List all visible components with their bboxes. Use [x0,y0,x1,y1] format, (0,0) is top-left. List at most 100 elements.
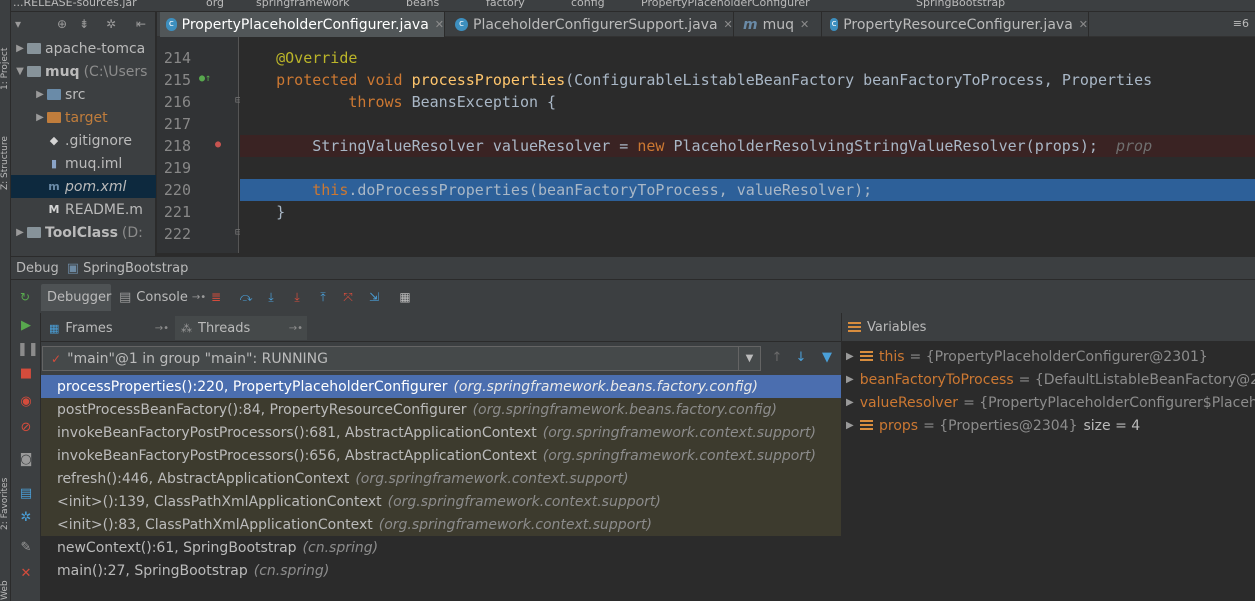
tree-item[interactable]: ◆ .gitignore [11,129,156,152]
expand-arrow-icon[interactable]: ▶ [846,397,854,408]
tab-threads[interactable]: ⁂ Threads →• [175,316,307,340]
stack-frame[interactable]: invokeBeanFactoryPostProcessors():681, A… [41,421,841,444]
expand-arrow-icon[interactable]: ▶ [13,227,27,238]
camera-icon[interactable]: ◙ [17,451,35,469]
stack-frame[interactable]: <init>():139, ClassPathXmlApplicationCon… [41,490,841,513]
expand-arrow-icon[interactable]: ▼ [13,66,27,77]
stack-frame[interactable]: postProcessBeanFactory():84, PropertyRes… [41,398,841,421]
code-line[interactable]: protected void processProperties(Configu… [240,69,1255,91]
code-line[interactable] [240,113,1255,135]
tree-item[interactable]: ▶ target [11,106,156,129]
pin-icon[interactable]: →• [289,323,303,334]
override-marker-icon[interactable]: ●↑ [199,73,211,84]
tab-property-placeholder-configurer[interactable]: c PropertyPlaceholderConfigurer.java ✕ [160,12,445,37]
tab-frames[interactable]: ▦ Frames →• [43,316,173,340]
tree-item[interactable]: M README.m [11,198,156,221]
stack-frame[interactable]: newContext():61, SpringBootstrap (cn.spri… [41,536,841,559]
close-icon[interactable]: ✕ [1079,18,1088,31]
structure-tool-button[interactable]: Z: Structure [0,110,11,190]
expand-arrow-icon[interactable]: ▶ [846,420,860,431]
step-out-icon[interactable]: ⤒ [315,289,331,305]
stop-icon[interactable]: ■ [17,365,35,383]
breadcrumb-springframework[interactable]: springframework [256,0,349,9]
tree-item[interactable]: ▶ src [11,83,156,106]
code-editor[interactable]: @Override protected void processProperti… [240,37,1255,253]
variable-row[interactable]: ▶ this = {PropertyPlaceholderConfigurer@23… [842,345,1255,368]
breadcrumb-class[interactable]: PropertyPlaceholderConfigurer [641,0,810,9]
sync-icon[interactable]: ⊕ [57,17,67,31]
stack-frame[interactable]: <init>():83, ClassPathXmlApplicationCont… [41,513,841,536]
rerun-icon[interactable]: ↻ [17,289,33,305]
evaluate-expression-icon[interactable]: ▦ [397,289,413,305]
chevron-down-icon[interactable]: ▼ [738,347,760,370]
stack-frame[interactable]: refresh():446, AbstractApplicationContex… [41,467,841,490]
code-line[interactable]: } [240,201,1255,223]
expand-arrow-icon[interactable]: ▶ [33,89,47,100]
favorites-tool-button[interactable]: 2: Favorites [0,450,11,530]
pin-icon[interactable]: →• [155,323,169,334]
pin-tab-icon[interactable]: ✎ [17,539,35,557]
stack-frame[interactable]: processProperties():220, PropertyPlaceho… [41,375,841,398]
expand-arrow-icon[interactable]: ▶ [846,374,854,385]
code-line[interactable]: StringValueResolver valueResolver = new … [240,135,1255,157]
tab-debugger[interactable]: Debugger [41,284,111,311]
run-to-cursor-icon[interactable]: ⇲ [366,289,382,305]
tree-item[interactable]: ▶ apache-tomca [11,37,156,60]
run-config-selector[interactable]: SpringBootstrap [916,0,1005,9]
tree-item[interactable]: ▶ ToolClass (D: [11,221,156,244]
step-into-icon[interactable]: ⤓ [263,289,279,305]
dropdown-icon[interactable]: ▾ [15,17,21,31]
close-icon[interactable]: ✕ [435,18,444,31]
layout-icon[interactable]: ▤ [17,485,35,503]
expand-arrow-icon[interactable]: ▶ [846,351,860,362]
pause-icon[interactable]: ❚❚ [17,341,39,359]
expand-arrow-icon[interactable]: ▶ [33,112,47,123]
breadcrumb-factory[interactable]: factory [486,0,525,9]
code-line[interactable] [240,157,1255,179]
show-execution-point-icon[interactable]: ≣ [208,289,224,305]
project-tool-button[interactable]: 1: Project [0,10,11,90]
gear-icon[interactable]: ✲ [106,17,116,31]
tree-item[interactable]: ▮ muq.iml [11,152,156,175]
breadcrumb-config[interactable]: config [571,0,605,9]
code-line[interactable]: @Override [240,47,1255,69]
tab-muq[interactable]: m muq ✕ [737,12,822,37]
web-tool-button[interactable]: Web [0,560,11,600]
tree-item[interactable]: ▼ muq (C:\Users [11,60,156,83]
variable-row[interactable]: ▶ beanFactoryToProcess = {DefaultListableB… [842,368,1255,391]
thread-select[interactable]: ✓ "main"@1 in group "main": RUNNING ▼ [42,346,761,371]
breadcrumb-jar[interactable]: ...RELEASE-sources.jar [13,0,137,9]
breadcrumb-org[interactable]: org [206,0,224,9]
expand-arrow-icon[interactable]: ▶ [13,43,27,54]
close-icon[interactable]: ✕ [724,18,733,31]
step-over-icon[interactable]: ⤼ [238,289,254,305]
breadcrumb-beans[interactable]: beans [406,0,439,9]
tab-console[interactable]: ▤ Console →• [113,284,209,311]
mute-breakpoints-icon[interactable]: ⊘ [17,419,35,437]
breakpoint-icon[interactable]: ● [215,139,221,150]
variable-row[interactable]: ▶ valueResolver = {PropertyPlaceholderConf… [842,391,1255,414]
stack-frame[interactable]: main():27, SpringBootstrap (cn.spring) [41,559,841,582]
stack-frame[interactable]: invokeBeanFactoryPostProcessors():656, A… [41,444,841,467]
collapse-icon[interactable]: ⇟ [79,17,89,31]
hide-icon[interactable]: ⇤ [136,17,146,31]
arrow-down-icon[interactable]: ↓ [793,350,809,366]
resume-icon[interactable]: ▶ [17,317,35,335]
filter-icon[interactable]: ▼ [819,350,835,366]
tree-item[interactable]: m pom.xml [11,175,156,198]
tab-placeholder-configurer-support[interactable]: c PlaceholderConfigurerSupport.java ✕ [449,12,734,37]
code-line[interactable] [240,223,1255,245]
settings-icon[interactable]: ✲ [17,509,35,527]
variable-row[interactable]: ▶ props = {Properties@2304} size = 4 [842,414,1255,437]
code-line[interactable]: throws BeansException { [240,91,1255,113]
editor-gutter[interactable]: 214 215 216 217 218 219 220 221 222 ●↑ ● ⊟ ⊟ [157,37,241,253]
force-step-into-icon[interactable]: ⤓ [289,289,305,305]
drop-frame-icon[interactable]: ⤧ [340,289,356,305]
arrow-up-icon[interactable]: ↑ [769,350,785,366]
tab-property-resource-configurer[interactable]: c PropertyResourceConfigurer.java ✕ [824,12,1089,37]
close-icon[interactable]: ✕ [800,18,809,31]
close-icon[interactable]: ✕ [17,565,35,583]
tab-overflow-button[interactable]: ≡6 [1233,17,1249,30]
code-line[interactable]: this.doProcessProperties(beanFactoryToPr… [240,179,1255,201]
view-breakpoints-icon[interactable]: ◉ [17,393,35,411]
